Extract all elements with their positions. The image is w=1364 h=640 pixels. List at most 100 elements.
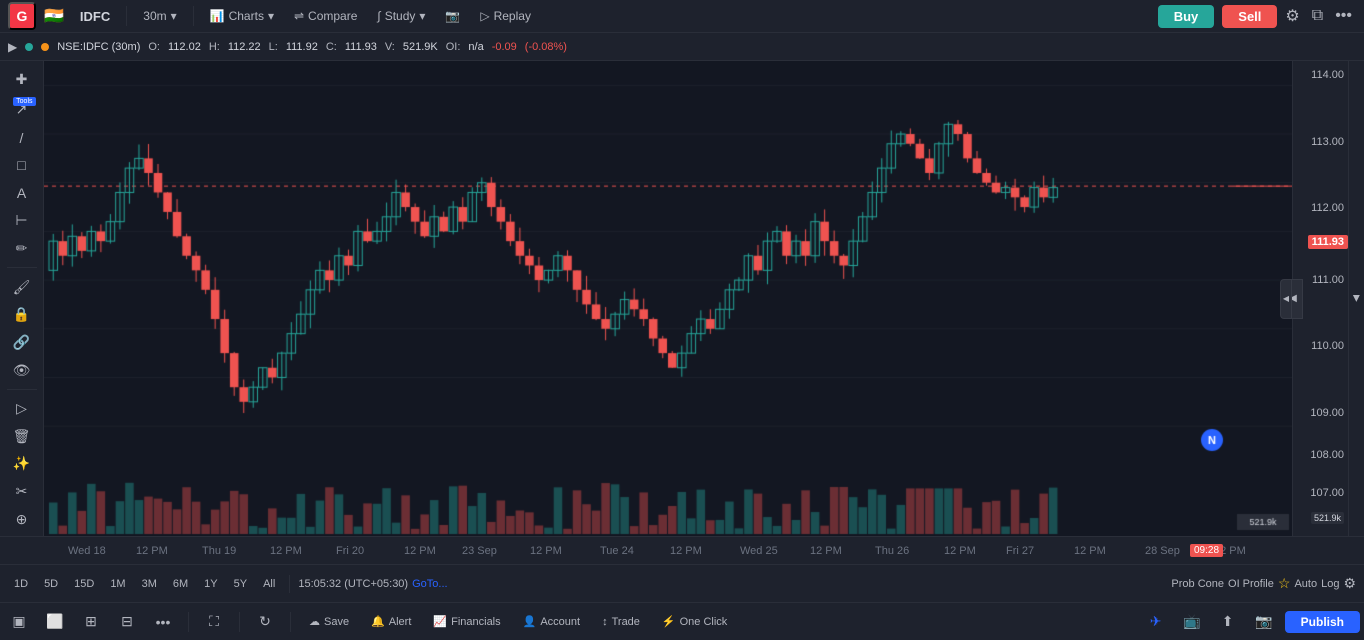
status-divider-2 [239,612,240,632]
topbar: G 🇮🇳 IDFC 30m ▾ 📊 Charts ▾ ⇌ Compare ∫ S… [0,0,1364,33]
financials-button[interactable]: 📈 Financials [425,612,508,631]
price-level-109: 109.00 [1310,407,1344,419]
cloud-icon: ☁ [309,615,320,628]
compare-button[interactable]: ⇌ Compare [286,6,365,26]
lock-tool[interactable]: 🔒 [6,302,38,328]
right-collapse-panel: ▶ [1348,61,1364,536]
charts-button[interactable]: 📊 Charts ▾ [202,6,282,26]
publish-button[interactable]: Publish [1285,611,1360,633]
volume-value: 521.9K [403,41,438,53]
collapse-right-panel[interactable]: ◀ [1280,279,1292,319]
volume-badge: 521.9k [1311,512,1344,524]
save-label: Save [324,616,349,628]
divider-1 [126,6,127,26]
pencil-tool[interactable]: / [6,125,38,151]
layout-grid-button[interactable]: ⊟ [112,609,142,635]
chart-canvas-area[interactable]: ◀ [44,61,1292,536]
layout-vsplit-button[interactable]: ⊞ [76,609,106,635]
template-tool[interactable]: ▷ [6,396,38,422]
expand-right-icon[interactable]: ▶ [1351,295,1362,302]
timeframe-dropdown[interactable]: 30m ▾ [135,6,184,26]
fullscreen-button[interactable]: ⛶ [199,609,229,635]
sync-button[interactable]: ↻ [250,609,280,635]
layers-button[interactable]: ⧉ [1308,3,1327,29]
financials-label: Financials [451,616,501,628]
symbol-name[interactable]: IDFC [80,9,110,24]
status-divider-3 [290,612,291,632]
time-label-thu19: Thu 19 [202,545,236,557]
camera-icon-button[interactable]: 📷 [1249,609,1279,635]
auto-button[interactable]: Auto [1294,578,1317,590]
crosshair-tool[interactable]: ⊕ [6,506,38,532]
one-click-button[interactable]: ⚡ One Click [654,612,735,631]
account-button[interactable]: 👤 Account [515,612,588,631]
study-button[interactable]: ∫ Study ▾ [369,6,433,26]
text-tool[interactable]: A [6,180,38,206]
paint-tool[interactable]: ✏ [6,236,38,262]
timeframe-label: 30m [143,9,166,23]
price-level-114: 114.00 [1311,69,1344,81]
oi-profile-button[interactable]: OI Profile [1228,578,1274,590]
settings-button[interactable]: ⚙ [1281,2,1303,30]
settings-gear-icon[interactable]: ⚙ [1343,575,1356,592]
status-divider-1 [188,612,189,632]
logo-button[interactable]: G [8,2,36,30]
expand-button[interactable]: ▶ [8,40,17,54]
timeframe-1d[interactable]: 1D [8,576,34,592]
time-label-thu26: Thu 26 [875,545,909,557]
chevron-down-icon: ▾ [171,9,177,23]
timeframe-1m[interactable]: 1M [104,576,131,592]
link-tool[interactable]: 🔗 [6,330,38,356]
layout-hsplit-button[interactable]: ⬜ [40,609,70,635]
save-button[interactable]: ☁ Save [301,612,357,631]
time-axis: Wed 18 12 PM Thu 19 12 PM Fri 20 12 PM 2… [0,536,1364,564]
timeframe-5d[interactable]: 5D [38,576,64,592]
trash-tool[interactable]: 🗑 [6,423,38,449]
symbol-full[interactable]: NSE:IDFC (30m) [57,41,140,53]
magic-tool[interactable]: ✨ [6,451,38,477]
log-button[interactable]: Log [1321,578,1339,590]
more-layouts-button[interactable]: ••• [148,609,178,635]
timeframe-1y[interactable]: 1Y [198,576,223,592]
time-label-12pm-2: 12 PM [270,545,302,557]
open-label: O: [148,41,160,53]
goto-button[interactable]: GoTo... [412,578,447,590]
replay-button[interactable]: ▷ Replay [472,6,539,26]
timeframe-5y[interactable]: 5Y [228,576,253,592]
one-click-icon: ⚡ [662,615,676,628]
square-tool[interactable]: □ [6,153,38,179]
account-label: Account [540,616,580,628]
time-label-tue24: Tue 24 [600,545,634,557]
alert-label: Alert [389,616,412,628]
instagram-button[interactable]: 📷 [437,6,468,26]
timeframe-all[interactable]: All [257,576,281,592]
measure-tool[interactable]: ⊢ [6,208,38,234]
replay-label: Replay [494,9,531,23]
flag-icon: 🇮🇳 [44,6,64,26]
current-price-badge: 111.93 [1308,235,1348,249]
brush-tool[interactable]: 🖌 [6,274,38,300]
telegram-icon-button[interactable]: ✈ [1141,609,1171,635]
eye-tool[interactable]: 👁 [6,357,38,383]
timeframe-3m[interactable]: 3M [136,576,163,592]
cursor-tool[interactable]: ✚ [6,65,38,93]
tv-icon-button[interactable]: 📺 [1177,609,1207,635]
alert-button[interactable]: 🔔 Alert [363,612,419,631]
price-level-113: 113.00 [1311,136,1344,148]
more-button[interactable]: ••• [1331,3,1356,29]
toolbar-divider-2 [7,389,37,390]
trade-button[interactable]: ↕ Trade [594,613,648,631]
buy-button[interactable]: Buy [1158,5,1215,28]
screenshot-tool[interactable]: ✂ [6,479,38,505]
time-label-wed25: Wed 25 [740,545,778,557]
share-icon-button[interactable]: ⬆ [1213,609,1243,635]
prob-cone-button[interactable]: Prob Cone [1171,578,1224,590]
timeframe-6m[interactable]: 6M [167,576,194,592]
layout-single-button[interactable]: ▣ [4,609,34,635]
price-level-112: 112.00 [1311,202,1344,214]
timeframe-15d[interactable]: 15D [68,576,100,592]
time-label-12pm-5: 12 PM [670,545,702,557]
star-icon[interactable]: ☆ [1278,575,1291,592]
sell-button[interactable]: Sell [1222,5,1277,28]
chart-icon: 📈 [433,615,447,628]
